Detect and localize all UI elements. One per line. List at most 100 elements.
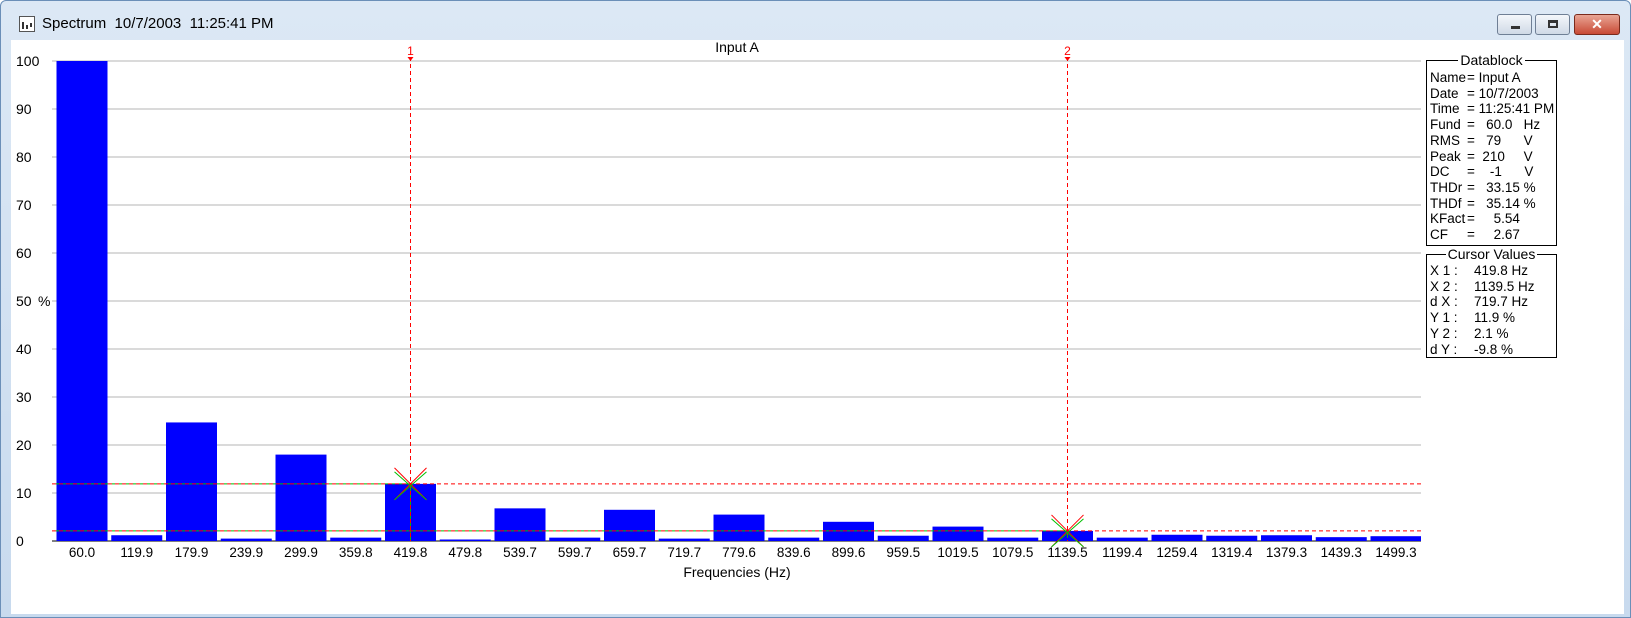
row-key: DC: [1430, 164, 1450, 180]
row-key: Y 1 :: [1430, 310, 1458, 326]
cursor-values-title: Cursor Values: [1445, 246, 1538, 262]
cursor-lines: 12: [52, 44, 1421, 548]
row-value: = 210 V: [1467, 148, 1533, 164]
spectrum-bar[interactable]: [713, 514, 765, 541]
row-value: = 60.0 Hz: [1467, 117, 1541, 133]
y-tick-label: 100: [16, 53, 40, 69]
x-tick-label: 119.9: [120, 545, 153, 560]
row-key: CF: [1430, 227, 1448, 242]
row-value: 2.1 %: [1474, 325, 1509, 341]
x-tick-label: 719.7: [667, 545, 701, 560]
row-value: = 10/7/2003: [1467, 85, 1539, 101]
row-value: = 11:25:41 PM: [1467, 101, 1555, 117]
row-value: = -1 V: [1467, 164, 1534, 180]
spectrum-bar[interactable]: [439, 539, 491, 542]
spectrum-bar[interactable]: [549, 537, 601, 541]
y-tick-label: 80: [16, 149, 32, 165]
y-axis-ticks: 0 10 20 30 40 50 60 70 80 90 100: [16, 53, 40, 549]
x-tick-label: 1379.3: [1266, 545, 1307, 560]
x-tick-label: 779.6: [722, 545, 756, 560]
x-tick-label: 1019.5: [937, 545, 978, 560]
row-value: = 2.67: [1467, 227, 1520, 242]
x-tick-label: 419.8: [394, 545, 428, 560]
row-key: Y 2 :: [1430, 325, 1458, 341]
window-title: Spectrum 10/7/2003 11:25:41 PM: [42, 15, 274, 32]
x-tick-label: 299.9: [284, 545, 318, 560]
row-key: Date: [1430, 85, 1459, 101]
row-value: 1139.5 Hz: [1474, 278, 1535, 294]
row-key: RMS: [1430, 132, 1460, 148]
x-tick-label: 1439.3: [1321, 545, 1362, 560]
x-tick-label: 599.7: [558, 545, 592, 560]
title-bar[interactable]: Spectrum 10/7/2003 11:25:41 PM: [2, 2, 1631, 42]
y-tick-label: 60: [16, 245, 32, 261]
y-tick-label: 0: [16, 533, 24, 549]
row-value: = 33.15 %: [1467, 179, 1536, 195]
x-tick-label: 179.9: [175, 545, 209, 560]
row-value: 11.9 %: [1474, 310, 1516, 326]
spectrum-bar[interactable]: [275, 454, 327, 541]
x-tick-label: 539.7: [503, 545, 537, 560]
row-key: d X :: [1430, 294, 1458, 310]
chart-title: Input A: [715, 40, 759, 55]
gridlines: [52, 60, 1421, 542]
row-key: Time: [1430, 101, 1460, 117]
x-tick-label: 659.7: [613, 545, 647, 560]
x-axis-ticks: 60.0 119.9 179.9 239.9 299.9 359.8 419.8 479.8 5…: [69, 545, 1417, 560]
x-tick-label: 839.6: [777, 545, 811, 560]
row-key: THDr: [1430, 179, 1463, 195]
y-tick-label: 20: [16, 437, 32, 453]
cursor-2-label: 2: [1064, 44, 1071, 58]
spectrum-bar[interactable]: [111, 535, 163, 541]
spectrum-bar[interactable]: [987, 537, 1039, 541]
spectrum-bar[interactable]: [1096, 537, 1148, 541]
x-tick-label: 959.5: [886, 545, 920, 560]
x-tick-label: 1499.3: [1375, 545, 1416, 560]
row-key: d Y :: [1430, 341, 1458, 357]
x-tick-label: 1139.5: [1047, 545, 1087, 560]
row-value: = 35.14 %: [1467, 195, 1536, 211]
spectrum-bar[interactable]: [604, 509, 655, 541]
row-key: X 1 :: [1430, 263, 1458, 278]
row-key: KFact: [1430, 211, 1466, 227]
minimize-button[interactable]: [1497, 14, 1532, 35]
x-tick-label: 1319.4: [1211, 545, 1253, 560]
spectrum-app-icon[interactable]: [19, 16, 35, 32]
y-tick-label: 40: [16, 341, 32, 357]
datablock-title: Datablock: [1458, 52, 1525, 68]
row-value: = 5.54: [1467, 211, 1520, 227]
spectrum-bar[interactable]: [1261, 535, 1312, 541]
spectrum-bar[interactable]: [56, 61, 108, 541]
row-key: THDf: [1430, 195, 1462, 211]
spectrum-bar[interactable]: [1151, 534, 1203, 541]
datablock-panel: Datablock Name = Input A Date = 10/7/2003 Ti…: [1426, 52, 1557, 246]
spectrum-bar[interactable]: [1315, 537, 1367, 541]
y-tick-label: 50: [16, 293, 32, 309]
spectrum-bar[interactable]: [1206, 535, 1258, 541]
spectrum-bar[interactable]: [330, 537, 382, 541]
window-frame: Spectrum 10/7/2003 11:25:41 PM 12 010203…: [0, 0, 1631, 618]
spectrum-bar[interactable]: [1370, 536, 1422, 541]
spectrum-bar[interactable]: [220, 538, 272, 541]
spectrum-bar[interactable]: [166, 422, 217, 541]
spectrum-bar[interactable]: [877, 535, 929, 541]
row-value: 719.7 Hz: [1474, 294, 1529, 310]
y-axis-label: %: [38, 293, 50, 309]
x-tick-label: 899.6: [832, 545, 866, 560]
spectrum-bar[interactable]: [932, 526, 984, 541]
spectrum-bar[interactable]: [494, 508, 546, 541]
maximize-button[interactable]: [1535, 14, 1570, 35]
spectrum-bar[interactable]: [658, 538, 710, 541]
cursor-values-panel: Cursor Values X 1 : 419.8 Hz X 2 : 1139.5 H…: [1426, 246, 1557, 358]
y-tick-label: 10: [16, 485, 32, 501]
y-tick-label: 70: [16, 197, 32, 213]
spectrum-bar[interactable]: [768, 537, 820, 541]
x-tick-label: 1079.5: [992, 545, 1033, 560]
close-button[interactable]: [1574, 14, 1620, 35]
x-tick-label: 1259.4: [1156, 545, 1198, 560]
spectrum-chart[interactable]: 12 0102030405060708090100 60.0 119.9 179.9…: [11, 40, 1421, 610]
cursor-1-arrow: [407, 57, 414, 61]
row-key: Fund: [1430, 117, 1461, 133]
x-tick-label: 239.9: [229, 545, 263, 560]
x-tick-label: 1199.4: [1102, 545, 1143, 560]
